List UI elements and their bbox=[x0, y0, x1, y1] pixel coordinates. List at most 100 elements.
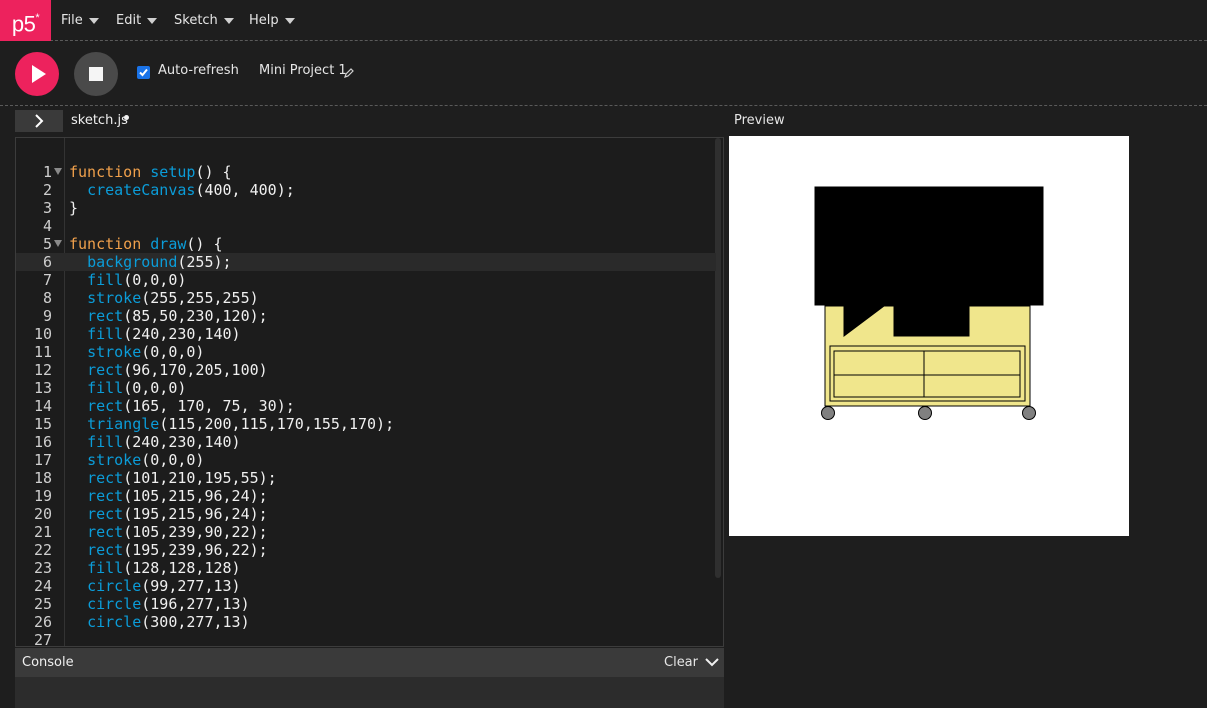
menu-file-label: File bbox=[61, 13, 83, 28]
line-number: 16 bbox=[33, 433, 52, 451]
code-line[interactable]: 1 function setup() { bbox=[16, 163, 716, 181]
preview-label: Preview bbox=[734, 113, 785, 128]
code-line[interactable]: 18 rect(101,210,195,55); bbox=[16, 469, 716, 487]
code-editor[interactable]: 1 function setup() {2 createCanvas(400, 4… bbox=[15, 137, 724, 647]
chevron-down-icon[interactable] bbox=[705, 657, 719, 667]
code-text: triangle(115,200,115,170,155,170); bbox=[87, 415, 395, 433]
menu-sketch-label: Sketch bbox=[174, 13, 218, 28]
menu-sketch[interactable]: Sketch bbox=[174, 0, 234, 41]
code-line[interactable]: 16 fill(240,230,140) bbox=[16, 433, 716, 451]
code-text: rect(195,215,96,24); bbox=[87, 505, 268, 523]
chevron-down-icon bbox=[147, 17, 158, 24]
wheel bbox=[1022, 406, 1036, 420]
line-number: 25 bbox=[33, 595, 52, 613]
code-line[interactable]: 14 rect(165, 170, 75, 30); bbox=[16, 397, 716, 415]
line-number: 3 bbox=[42, 199, 52, 217]
line-number: 2 bbox=[42, 181, 52, 199]
code-line[interactable]: 25 circle(196,277,13) bbox=[16, 595, 716, 613]
code-line[interactable]: 20 rect(195,215,96,24); bbox=[16, 505, 716, 523]
top-nav: p5* File Edit Sketch Help bbox=[0, 0, 1207, 41]
console-title: Console bbox=[22, 655, 74, 670]
line-number: 20 bbox=[33, 505, 52, 523]
wheel bbox=[918, 406, 932, 420]
line-number: 10 bbox=[33, 325, 52, 343]
console-clear-button[interactable]: Clear bbox=[664, 655, 698, 670]
chevron-down-icon bbox=[88, 17, 99, 24]
wheel bbox=[821, 406, 835, 420]
code-text: rect(165, 170, 75, 30); bbox=[87, 397, 295, 415]
play-icon bbox=[32, 65, 46, 83]
fold-arrow-icon[interactable] bbox=[54, 240, 62, 247]
file-tab[interactable]: sketch.js bbox=[71, 113, 128, 128]
code-text: background(255); bbox=[87, 253, 232, 271]
code-line[interactable]: 15 triangle(115,200,115,170,155,170); bbox=[16, 415, 716, 433]
code-text: rect(101,210,195,55); bbox=[87, 469, 277, 487]
drawer bbox=[923, 350, 1021, 376]
code-line[interactable]: 12 rect(96,170,205,100) bbox=[16, 361, 716, 379]
chevron-down-icon bbox=[223, 17, 234, 24]
code-text: function draw() { bbox=[69, 235, 223, 253]
code-line[interactable]: 2 createCanvas(400, 400); bbox=[16, 181, 716, 199]
sketch-preview[interactable] bbox=[729, 136, 1129, 536]
code-line[interactable]: 21 rect(105,239,90,22); bbox=[16, 523, 716, 541]
p5-logo[interactable]: p5* bbox=[0, 0, 51, 41]
play-button[interactable] bbox=[15, 52, 59, 96]
line-number: 7 bbox=[42, 271, 52, 289]
sidebar-toggle-button[interactable] bbox=[15, 110, 63, 132]
code-line[interactable]: 4 bbox=[16, 217, 716, 235]
line-number: 26 bbox=[33, 613, 52, 631]
line-number: 21 bbox=[33, 523, 52, 541]
code-text: function setup() { bbox=[69, 163, 232, 181]
code-text: fill(240,230,140) bbox=[87, 433, 241, 451]
project-name[interactable]: Mini Project 1 bbox=[259, 63, 347, 78]
code-line[interactable]: 7 fill(0,0,0) bbox=[16, 271, 716, 289]
auto-refresh-checkbox[interactable] bbox=[137, 66, 150, 79]
code-line[interactable]: 24 circle(99,277,13) bbox=[16, 577, 716, 595]
code-line[interactable]: 17 stroke(0,0,0) bbox=[16, 451, 716, 469]
code-text: stroke(0,0,0) bbox=[87, 451, 205, 469]
line-number: 12 bbox=[33, 361, 52, 379]
code-line[interactable]: 6 background(255); bbox=[16, 253, 716, 271]
sketch-canvas bbox=[813, 185, 1045, 420]
pencil-icon[interactable] bbox=[343, 67, 355, 79]
line-number: 22 bbox=[33, 541, 52, 559]
code-line[interactable]: 23 fill(128,128,128) bbox=[16, 559, 716, 577]
line-number: 4 bbox=[42, 217, 52, 235]
code-line[interactable]: 27 bbox=[16, 631, 716, 647]
code-text: circle(99,277,13) bbox=[87, 577, 241, 595]
code-line[interactable]: 8 stroke(255,255,255) bbox=[16, 289, 716, 307]
code-line[interactable]: 13 fill(0,0,0) bbox=[16, 379, 716, 397]
menu-help[interactable]: Help bbox=[249, 0, 295, 41]
drawer bbox=[833, 350, 931, 376]
line-number: 15 bbox=[33, 415, 52, 433]
chevron-down-icon bbox=[284, 17, 295, 24]
line-number: 9 bbox=[42, 307, 52, 325]
menu-edit[interactable]: Edit bbox=[116, 0, 158, 41]
code-text: fill(0,0,0) bbox=[87, 271, 187, 289]
code-line[interactable]: 22 rect(195,239,96,22); bbox=[16, 541, 716, 559]
line-number: 19 bbox=[33, 487, 52, 505]
line-number: 11 bbox=[33, 343, 52, 361]
code-line[interactable]: 9 rect(85,50,230,120); bbox=[16, 307, 716, 325]
code-line[interactable]: 5 function draw() { bbox=[16, 235, 716, 253]
line-number: 8 bbox=[42, 289, 52, 307]
code-line[interactable]: 3} bbox=[16, 199, 716, 217]
code-text: circle(300,277,13) bbox=[87, 613, 250, 631]
code-line[interactable]: 19 rect(105,215,96,24); bbox=[16, 487, 716, 505]
code-text: circle(196,277,13) bbox=[87, 595, 250, 613]
code-line[interactable]: 11 stroke(0,0,0) bbox=[16, 343, 716, 361]
code-text: rect(105,215,96,24); bbox=[87, 487, 268, 505]
line-number: 17 bbox=[33, 451, 52, 469]
code-text: stroke(255,255,255) bbox=[87, 289, 259, 307]
line-number: 1 bbox=[42, 163, 52, 181]
line-number: 13 bbox=[33, 379, 52, 397]
line-number: 27 bbox=[33, 631, 52, 647]
fold-arrow-icon[interactable] bbox=[54, 168, 62, 175]
code-line[interactable]: 26 circle(300,277,13) bbox=[16, 613, 716, 631]
line-number: 24 bbox=[33, 577, 52, 595]
menu-file[interactable]: File bbox=[61, 0, 99, 41]
stop-button[interactable] bbox=[74, 52, 118, 96]
code-line[interactable]: 10 fill(240,230,140) bbox=[16, 325, 716, 343]
menu-edit-label: Edit bbox=[116, 13, 142, 28]
code-text: rect(85,50,230,120); bbox=[87, 307, 268, 325]
